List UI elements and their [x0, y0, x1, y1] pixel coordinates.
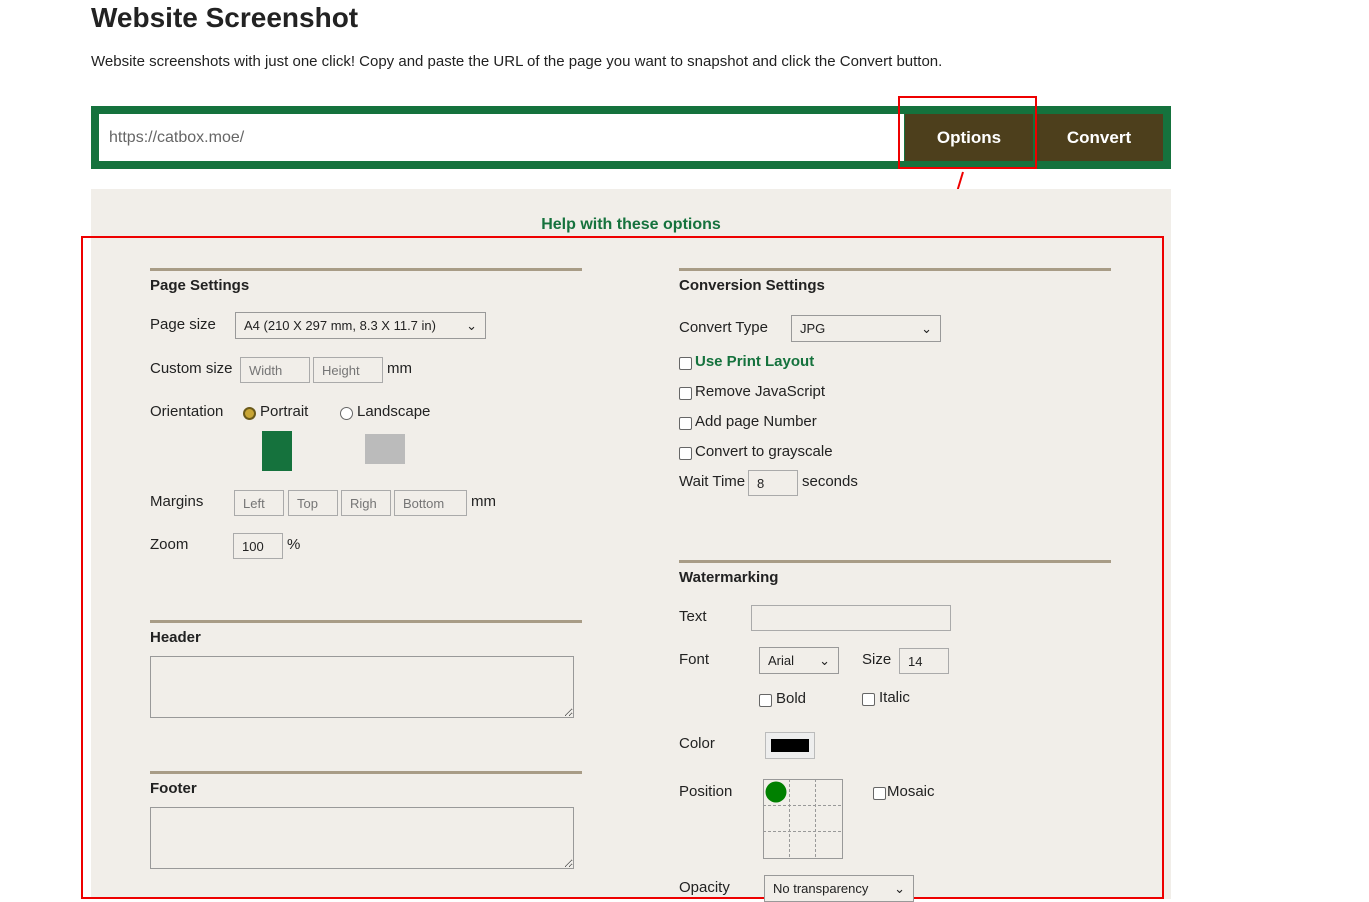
width-input[interactable]: [240, 357, 310, 383]
italic-label: Italic: [879, 689, 910, 706]
divider: [679, 560, 1111, 563]
custom-size-label: Custom size: [150, 360, 233, 377]
divider: [150, 268, 582, 271]
opacity-label: Opacity: [679, 879, 730, 896]
annotation-box-options: [898, 96, 1037, 169]
page-number-checkbox[interactable]: [679, 417, 692, 430]
chevron-down-icon: ⌄: [921, 320, 932, 336]
seconds-unit: seconds: [802, 473, 858, 490]
position-grid[interactable]: [763, 779, 843, 859]
size-input[interactable]: [899, 648, 949, 674]
font-select[interactable]: Arial ⌄: [759, 647, 839, 674]
portrait-radio[interactable]: [243, 407, 256, 420]
page-number-label: Add page Number: [695, 413, 817, 430]
footer-heading: Footer: [150, 780, 197, 797]
header-textarea[interactable]: [150, 656, 574, 718]
portrait-icon[interactable]: [262, 431, 292, 471]
orientation-label: Orientation: [150, 403, 224, 420]
opacity-value: No transparency: [773, 881, 869, 896]
bold-checkbox[interactable]: [759, 694, 772, 707]
size-label: Size: [862, 651, 892, 668]
convert-type-select[interactable]: JPG ⌄: [791, 315, 941, 342]
grayscale-checkbox[interactable]: [679, 447, 692, 460]
divider: [150, 771, 582, 774]
mm-unit: mm: [387, 360, 412, 377]
mosaic-checkbox[interactable]: [873, 787, 886, 800]
height-input[interactable]: [313, 357, 383, 383]
font-label: Font: [679, 651, 710, 668]
divider: [679, 268, 1111, 271]
opacity-select[interactable]: No transparency ⌄: [764, 875, 914, 902]
margin-top-input[interactable]: [288, 490, 338, 516]
page-size-select[interactable]: A4 (210 X 297 mm, 8.3 X 11.7 in) ⌄: [235, 312, 486, 339]
remove-js-label: Remove JavaScript: [695, 383, 826, 400]
margin-right-input[interactable]: [341, 490, 391, 516]
conversion-heading: Conversion Settings: [679, 277, 825, 294]
italic-checkbox[interactable]: [862, 693, 875, 706]
portrait-label: Portrait: [260, 403, 309, 420]
landscape-icon[interactable]: [365, 434, 405, 464]
zoom-input[interactable]: [233, 533, 283, 559]
position-label: Position: [679, 783, 733, 800]
chevron-down-icon: ⌄: [466, 317, 477, 333]
margins-label: Margins: [150, 493, 204, 510]
landscape-label: Landscape: [357, 403, 431, 420]
chevron-down-icon: ⌄: [894, 880, 905, 896]
print-layout-label[interactable]: Use Print Layout: [695, 353, 814, 370]
margins-mm-unit: mm: [471, 493, 496, 510]
bold-label: Bold: [776, 690, 807, 707]
wait-time-label: Wait Time: [679, 473, 746, 490]
print-layout-checkbox[interactable]: [679, 357, 692, 370]
zoom-percent: %: [287, 536, 301, 553]
page-description: Website screenshots with just one click!…: [91, 53, 943, 70]
convert-type-value: JPG: [800, 321, 826, 336]
remove-js-checkbox[interactable]: [679, 387, 692, 400]
page-title: Website Screenshot: [91, 2, 359, 33]
font-value: Arial: [768, 653, 795, 668]
color-picker[interactable]: [765, 732, 815, 759]
convert-button[interactable]: Convert: [1035, 114, 1163, 161]
margin-bottom-input[interactable]: [394, 490, 467, 516]
watermark-text-input[interactable]: [751, 605, 951, 631]
wait-time-input[interactable]: [748, 470, 798, 496]
zoom-label: Zoom: [150, 536, 189, 553]
color-label: Color: [679, 735, 715, 752]
url-input[interactable]: [99, 114, 904, 161]
page-size-label: Page size: [150, 316, 216, 333]
mosaic-label: Mosaic: [887, 783, 935, 800]
margin-left-input[interactable]: [234, 490, 284, 516]
divider: [150, 620, 582, 623]
footer-textarea[interactable]: [150, 807, 574, 869]
landscape-radio[interactable]: [340, 407, 353, 420]
header-heading: Header: [150, 629, 201, 646]
grayscale-label: Convert to grayscale: [695, 443, 833, 460]
convert-type-label: Convert Type: [679, 319, 768, 336]
watermark-text-label: Text: [679, 608, 707, 625]
page-size-value: A4 (210 X 297 mm, 8.3 X 11.7 in): [244, 318, 436, 333]
page-settings-heading: Page Settings: [150, 277, 250, 294]
watermark-heading: Watermarking: [679, 569, 779, 586]
chevron-down-icon: ⌄: [819, 652, 830, 668]
help-link[interactable]: Help with these options: [91, 216, 1171, 234]
